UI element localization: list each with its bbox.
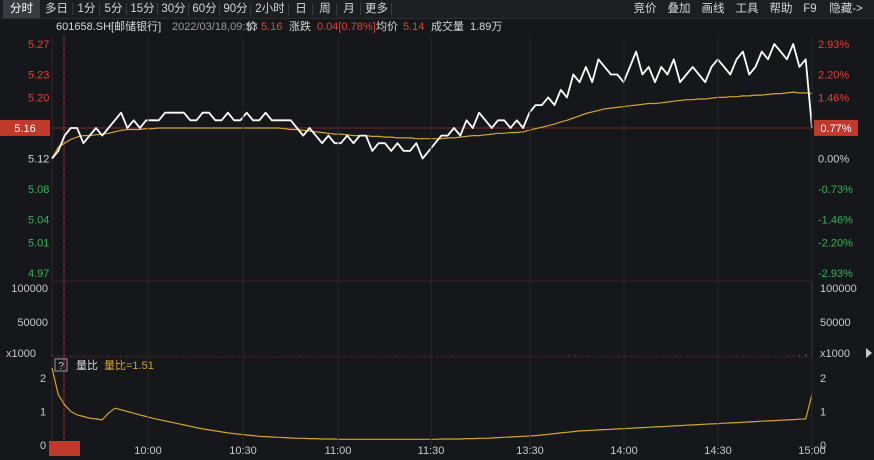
ratio-tick-left: 1 (40, 407, 46, 419)
volume-tick-left: 100000 (11, 283, 48, 295)
tab-2[interactable]: 1分 (73, 0, 100, 18)
x-tick: 13:30 (516, 445, 544, 457)
tool-tab-6[interactable]: 隐藏-> (822, 0, 870, 18)
ratio-line (51, 367, 813, 440)
y-tick-left: 5.20 (28, 92, 49, 104)
x-tick: 15:00 (798, 445, 826, 457)
help-icon: ? (58, 361, 64, 372)
ratio-tick-right: 2 (820, 373, 826, 385)
x-tick: 14:00 (610, 445, 638, 457)
tab-5[interactable]: 30分 (158, 0, 189, 18)
avg-price-line (51, 91, 813, 159)
tab-6[interactable]: 60分 (189, 0, 220, 18)
tab-4[interactable]: 15分 (127, 0, 158, 18)
tab-8[interactable]: 2小时 (251, 0, 289, 18)
tab-12[interactable]: 更多 (361, 0, 392, 18)
time-badge (49, 441, 80, 456)
current-price-label: 5.16 (14, 123, 35, 135)
ratio-tick-left: 2 (40, 373, 46, 385)
volume-tick-left: 50000 (17, 317, 48, 329)
tab-9[interactable]: 日 (289, 0, 313, 18)
tab-divider (391, 3, 392, 15)
quote-bar: 601658.SH[邮储银行] 2022/03/18,09:33 价 5.16 … (0, 19, 874, 35)
volume-value: 1.89万 (470, 21, 503, 33)
y-tick-right: -2.93% (818, 268, 853, 280)
y-tick-left: 5.23 (28, 70, 49, 82)
tool-tab-0[interactable]: 竞价 (628, 0, 662, 18)
price-label: 价 (246, 21, 257, 33)
volume-label: 成交量 (431, 21, 464, 33)
volume-tick-right: 100000 (820, 283, 857, 295)
tool-tab-2[interactable]: 画线 (696, 0, 730, 18)
tab-7[interactable]: 90分 (220, 0, 251, 18)
y-tick-right: 2.20% (818, 70, 849, 82)
volume-unit-left: x1000 (6, 348, 36, 360)
quote-datetime: 2022/03/18,09:33 (172, 21, 258, 33)
tab-0[interactable]: 分时 (3, 0, 40, 18)
tab-11[interactable]: 月 (337, 0, 361, 18)
y-tick-left: 5.01 (28, 237, 49, 249)
avg-value: 5.14 (403, 21, 425, 33)
y-tick-right: -1.46% (818, 215, 853, 227)
current-pct-badge (814, 119, 858, 136)
x-tick: 10:30 (229, 445, 257, 457)
x-tick: 10:00 (134, 445, 162, 457)
y-tick-right: -2.20% (818, 237, 853, 249)
tab-10[interactable]: 周 (313, 0, 337, 18)
time-badge-label: 09:33 (51, 443, 79, 455)
x-tick: 11:00 (325, 445, 352, 457)
price-value: 5.16 (261, 21, 283, 33)
price-line (51, 43, 813, 160)
intraday-chart[interactable]: 5.27 2.93% 5.23 2.20% 5.20 1.46% 5.12 0.00% 5.08… (0, 0, 874, 460)
y-tick-left: 4.97 (28, 268, 49, 280)
avg-label: 均价 (376, 21, 398, 33)
symbol-label: 601658.SH[邮储银行] (56, 21, 162, 33)
ratio-tick-right: 1 (820, 407, 826, 419)
y-tick-left: 5.27 (28, 39, 49, 51)
ratio-tick-left: 0 (40, 440, 46, 452)
tool-tab-1[interactable]: 叠加 (662, 0, 696, 18)
x-tick: 14:30 (704, 445, 732, 457)
toolbar: 分时 多日 1分 5分 15分 30分 60分 90分 2小时日周月更多 竞价 叠加 画线 工具 帮助 F… (0, 0, 874, 19)
current-price-badge (0, 119, 50, 136)
volume-unit-right: x1000 (820, 348, 850, 360)
y-tick-left: 5.08 (28, 184, 49, 196)
tool-tab-4[interactable]: 帮助 (764, 0, 798, 18)
y-tick-right: 2.93% (818, 39, 849, 51)
volume-tick-right: 50000 (820, 317, 851, 329)
y-tick-left: 5.12 (28, 154, 49, 166)
ratio-label: 量比 (76, 359, 98, 372)
current-pct-label: 0.77% (820, 123, 851, 135)
ratio-tick-right: 0 (820, 440, 826, 452)
y-tick-right: 1.46% (818, 92, 849, 104)
tab-1[interactable]: 多日 (40, 0, 73, 18)
x-tick: 11:30 (418, 445, 445, 457)
y-tick-left: 5.04 (28, 215, 49, 227)
y-tick-right: 0.00% (818, 154, 849, 166)
expand-arrow-icon (866, 348, 872, 358)
y-tick-right: -0.73% (818, 184, 853, 196)
change-label: 涨跌 (289, 21, 311, 33)
tool-tab-5[interactable]: F9 (798, 0, 822, 18)
tab-3[interactable]: 5分 (100, 0, 127, 18)
ratio-value: 量比=1.51 (104, 359, 154, 372)
help-box-icon (54, 358, 68, 372)
change-value: 0.04[0.78%] (317, 21, 376, 33)
tool-tab-3[interactable]: 工具 (730, 0, 764, 18)
